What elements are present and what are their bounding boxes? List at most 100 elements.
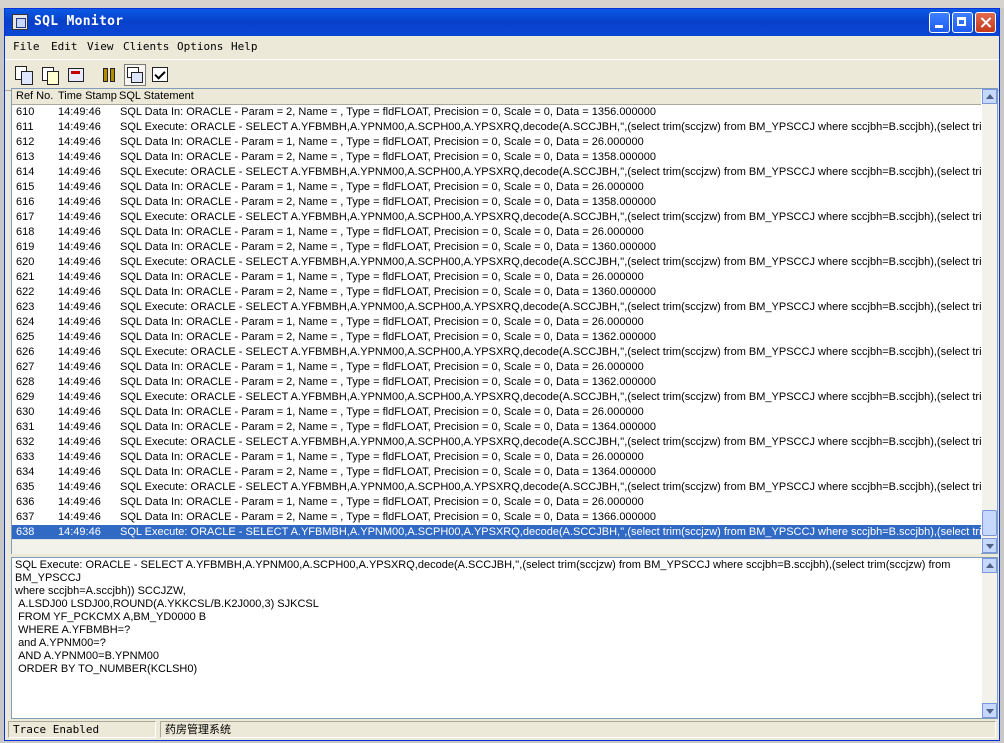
- row-sql-statement: SQL Execute: ORACLE - SELECT A.YFBMBH,A.…: [120, 121, 981, 133]
- list-header: Ref No. Time Stamp SQL Statement: [12, 89, 981, 105]
- log-row[interactable]: 636 14:49:46 SQL Data In: ORACLE - Param =…: [12, 495, 981, 510]
- row-time-stamp: 14:49:46: [58, 406, 101, 418]
- clear-log-icon[interactable]: [66, 65, 86, 85]
- row-time-stamp: 14:49:46: [58, 391, 101, 403]
- row-sql-statement: SQL Data In: ORACLE - Param = 2, Name = …: [120, 241, 657, 253]
- row-time-stamp: 14:49:46: [58, 241, 101, 253]
- menu-edit[interactable]: Edit: [51, 40, 78, 53]
- log-row[interactable]: 622 14:49:46 SQL Data In: ORACLE - Param =…: [12, 285, 981, 300]
- log-row[interactable]: 626 14:49:46 SQL Execute: ORACLE - SELECT …: [12, 345, 981, 360]
- scroll-down-arrow-icon[interactable]: [982, 538, 997, 553]
- log-row[interactable]: 630 14:49:46 SQL Data In: ORACLE - Param =…: [12, 405, 981, 420]
- log-row[interactable]: 632 14:49:46 SQL Execute: ORACLE - SELECT …: [12, 435, 981, 450]
- log-row[interactable]: 611 14:49:46 SQL Execute: ORACLE - SELECT …: [12, 120, 981, 135]
- row-ref-no: 610: [16, 106, 35, 118]
- log-rows: 610 14:49:46 SQL Data In: ORACLE - Param =…: [12, 105, 981, 540]
- scroll-up-arrow-icon[interactable]: [982, 89, 997, 104]
- row-sql-statement: SQL Data In: ORACLE - Param = 1, Name = …: [120, 136, 644, 148]
- detail-vertical-scrollbar[interactable]: [982, 558, 997, 718]
- log-row[interactable]: 624 14:49:46 SQL Data In: ORACLE - Param =…: [12, 315, 981, 330]
- log-row[interactable]: 625 14:49:46 SQL Data In: ORACLE - Param =…: [12, 330, 981, 345]
- log-row[interactable]: 634 14:49:46 SQL Data In: ORACLE - Param =…: [12, 465, 981, 480]
- row-sql-statement: SQL Data In: ORACLE - Param = 1, Name = …: [120, 406, 644, 418]
- row-time-stamp: 14:49:46: [58, 496, 101, 508]
- log-row[interactable]: 618 14:49:46 SQL Data In: ORACLE - Param =…: [12, 225, 981, 240]
- row-sql-statement: SQL Execute: ORACLE - SELECT A.YFBMBH,A.…: [120, 391, 981, 403]
- log-row[interactable]: 619 14:49:46 SQL Data In: ORACLE - Param =…: [12, 240, 981, 255]
- close-button[interactable]: [975, 12, 996, 33]
- row-time-stamp: 14:49:46: [58, 166, 101, 178]
- row-time-stamp: 14:49:46: [58, 211, 101, 223]
- title-bar[interactable]: SQL Monitor: [5, 9, 999, 36]
- row-sql-statement: SQL Data In: ORACLE - Param = 2, Name = …: [120, 286, 657, 298]
- list-horizontal-scrollbar[interactable]: [12, 539, 981, 554]
- toolbar: [5, 59, 999, 91]
- row-time-stamp: 14:49:46: [58, 526, 101, 538]
- menu-clients[interactable]: Clients: [123, 40, 169, 53]
- auto-scroll-icon[interactable]: [124, 64, 146, 86]
- menu-options[interactable]: Options: [177, 40, 223, 53]
- row-ref-no: 638: [16, 526, 35, 538]
- window-title: SQL Monitor: [34, 14, 124, 29]
- log-row[interactable]: 629 14:49:46 SQL Execute: ORACLE - SELECT …: [12, 390, 981, 405]
- row-time-stamp: 14:49:46: [58, 226, 101, 238]
- row-ref-no: 611: [16, 121, 34, 133]
- log-row[interactable]: 620 14:49:46 SQL Execute: ORACLE - SELECT …: [12, 255, 981, 270]
- row-sql-statement: SQL Execute: ORACLE - SELECT A.YFBMBH,A.…: [120, 346, 981, 358]
- pause-icon[interactable]: [100, 65, 120, 85]
- trace-options-icon[interactable]: [150, 65, 170, 85]
- row-ref-no: 633: [16, 451, 35, 463]
- copy-icon[interactable]: [40, 65, 60, 85]
- maximize-button[interactable]: [952, 12, 973, 33]
- row-time-stamp: 14:49:46: [58, 346, 101, 358]
- row-time-stamp: 14:49:46: [58, 196, 101, 208]
- row-ref-no: 613: [16, 151, 35, 163]
- row-ref-no: 618: [16, 226, 35, 238]
- row-time-stamp: 14:49:46: [58, 421, 101, 433]
- row-ref-no: 627: [16, 361, 35, 373]
- scroll-down-arrow-icon[interactable]: [982, 703, 997, 718]
- column-header-ref-no[interactable]: Ref No.: [16, 90, 53, 102]
- menu-view[interactable]: View: [87, 40, 114, 53]
- row-time-stamp: 14:49:46: [58, 181, 101, 193]
- row-sql-statement: SQL Data In: ORACLE - Param = 2, Name = …: [120, 196, 657, 208]
- log-row[interactable]: 631 14:49:46 SQL Data In: ORACLE - Param =…: [12, 420, 981, 435]
- row-ref-no: 612: [16, 136, 35, 148]
- row-time-stamp: 14:49:46: [58, 286, 101, 298]
- log-row[interactable]: 616 14:49:46 SQL Data In: ORACLE - Param =…: [12, 195, 981, 210]
- log-copy-icon[interactable]: [14, 65, 34, 85]
- sql-detail-pane[interactable]: SQL Execute: ORACLE - SELECT A.YFBMBH,A.…: [11, 557, 998, 719]
- row-ref-no: 616: [16, 196, 35, 208]
- log-row[interactable]: 612 14:49:46 SQL Data In: ORACLE - Param =…: [12, 135, 981, 150]
- log-row[interactable]: 614 14:49:46 SQL Execute: ORACLE - SELECT …: [12, 165, 981, 180]
- row-sql-statement: SQL Execute: ORACLE - SELECT A.YFBMBH,A.…: [120, 211, 981, 223]
- log-row[interactable]: 621 14:49:46 SQL Data In: ORACLE - Param =…: [12, 270, 981, 285]
- log-row[interactable]: 628 14:49:46 SQL Data In: ORACLE - Param =…: [12, 375, 981, 390]
- log-row[interactable]: 617 14:49:46 SQL Execute: ORACLE - SELECT …: [12, 210, 981, 225]
- log-row[interactable]: 615 14:49:46 SQL Data In: ORACLE - Param =…: [12, 180, 981, 195]
- row-ref-no: 637: [16, 511, 35, 523]
- sql-log-list[interactable]: Ref No. Time Stamp SQL Statement 610 14:4…: [11, 88, 998, 554]
- scroll-up-arrow-icon[interactable]: [982, 558, 997, 573]
- column-header-sql-statement[interactable]: SQL Statement: [119, 90, 194, 102]
- log-row[interactable]: 637 14:49:46 SQL Data In: ORACLE - Param =…: [12, 510, 981, 525]
- log-row[interactable]: 633 14:49:46 SQL Data In: ORACLE - Param =…: [12, 450, 981, 465]
- minimize-button[interactable]: [929, 12, 950, 33]
- log-row[interactable]: 623 14:49:46 SQL Execute: ORACLE - SELECT …: [12, 300, 981, 315]
- log-row[interactable]: 627 14:49:46 SQL Data In: ORACLE - Param =…: [12, 360, 981, 375]
- log-row[interactable]: 610 14:49:46 SQL Data In: ORACLE - Param =…: [12, 105, 981, 120]
- row-time-stamp: 14:49:46: [58, 256, 101, 268]
- column-header-time-stamp[interactable]: Time Stamp: [58, 90, 117, 102]
- list-vertical-scrollbar[interactable]: [982, 89, 997, 553]
- scroll-thumb[interactable]: [982, 510, 997, 536]
- row-ref-no: 625: [16, 331, 35, 343]
- row-ref-no: 634: [16, 466, 35, 478]
- menu-help[interactable]: Help: [231, 40, 258, 53]
- app-icon[interactable]: [12, 14, 28, 30]
- menu-file[interactable]: File: [13, 40, 40, 53]
- log-row[interactable]: 638 14:49:46 SQL Execute: ORACLE - SELECT …: [12, 525, 981, 540]
- log-row[interactable]: 635 14:49:46 SQL Execute: ORACLE - SELECT …: [12, 480, 981, 495]
- sql-detail-text: SQL Execute: ORACLE - SELECT A.YFBMBH,A.…: [15, 559, 951, 675]
- log-row[interactable]: 613 14:49:46 SQL Data In: ORACLE - Param =…: [12, 150, 981, 165]
- row-sql-statement: SQL Data In: ORACLE - Param = 1, Name = …: [120, 181, 644, 193]
